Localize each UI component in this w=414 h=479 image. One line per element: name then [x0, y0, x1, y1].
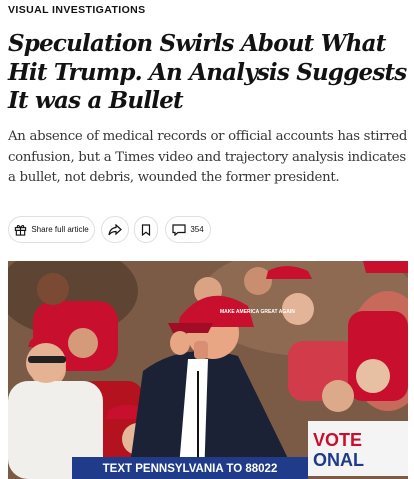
save-button[interactable]: [134, 216, 158, 243]
share-full-article-button[interactable]: Share full article: [8, 216, 95, 243]
cap-text: MAKE AMERICA GREAT AGAIN: [220, 309, 295, 315]
article-headline: Speculation Swirls About What Hit Trump.…: [8, 30, 407, 114]
share-full-article-label: Share full article: [31, 225, 89, 234]
section-kicker[interactable]: VISUAL INVESTIGATIONS: [8, 4, 146, 16]
sign-text-bottom: ONAL: [313, 450, 364, 470]
lead-photo[interactable]: MAKE AMERICA GREAT AGAIN VOTE ONAL TEXT …: [8, 261, 408, 479]
podium-banner-text: TEXT PENNSYLVANIA TO 88022: [103, 463, 278, 475]
comments-button[interactable]: 354: [165, 216, 211, 243]
article-toolbar: Share full article 354: [0, 216, 414, 246]
sign-text-top: VOTE: [313, 430, 362, 450]
comment-icon: [172, 223, 186, 236]
share-arrow-icon: [108, 223, 122, 236]
rally-photo-illustration: MAKE AMERICA GREAT AGAIN VOTE ONAL TEXT …: [8, 261, 408, 479]
share-button[interactable]: [101, 216, 129, 243]
gift-icon: [14, 223, 27, 236]
article-summary: An absence of medical records or officia…: [8, 129, 408, 185]
comment-count: 354: [190, 225, 204, 234]
bookmark-icon: [141, 223, 151, 236]
